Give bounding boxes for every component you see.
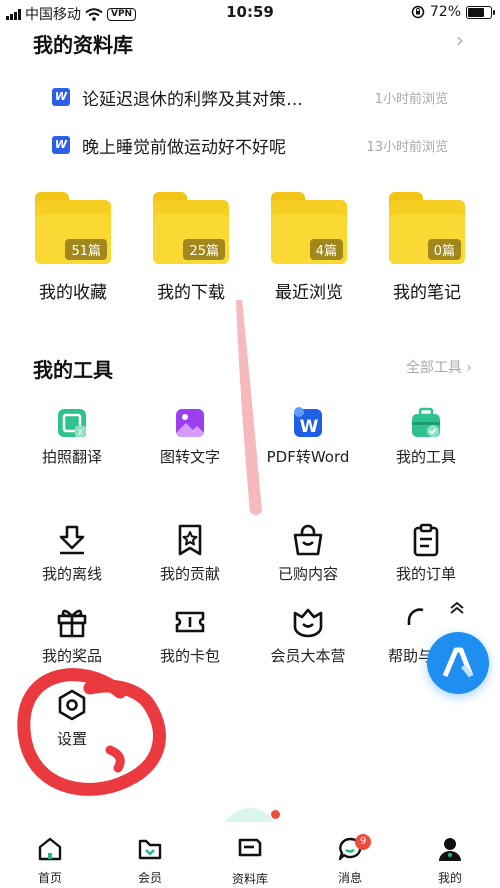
library-notification-dot bbox=[271, 810, 280, 819]
pdf-to-word-icon: W bbox=[291, 406, 325, 440]
folder-notes[interactable]: 0篇 bbox=[389, 192, 465, 264]
tool-member-camp[interactable]: 会员大本营 bbox=[253, 605, 363, 666]
recent-doc-time: 13小时前浏览 bbox=[366, 140, 448, 155]
folder-label[interactable]: 我的下载 bbox=[141, 278, 241, 303]
tool-card-wallet[interactable]: 我的卡包 bbox=[135, 605, 245, 666]
tool-offline[interactable]: 我的离线 bbox=[17, 523, 127, 584]
tab-member[interactable]: 会员 bbox=[115, 836, 185, 886]
folder-count-badge: 51篇 bbox=[65, 239, 107, 260]
tool-settings[interactable]: 设置 bbox=[17, 688, 127, 749]
assistant-float-button[interactable] bbox=[427, 632, 489, 694]
tab-label: 会员 bbox=[137, 871, 162, 885]
recent-doc-row[interactable]: W 论延迟退休的利弊及其对策… 1小时前浏览 bbox=[0, 80, 500, 116]
tab-label: 首页 bbox=[37, 871, 62, 885]
photo-translate-icon: X bbox=[55, 406, 89, 440]
image-to-text-icon bbox=[173, 406, 207, 440]
svg-text:X: X bbox=[78, 428, 84, 437]
message-count-badge: 9 bbox=[355, 834, 371, 850]
tab-label: 我的 bbox=[437, 871, 462, 885]
folder-favorites[interactable]: 51篇 bbox=[35, 192, 111, 264]
tool-label: 我的工具 bbox=[395, 448, 456, 466]
battery-percent: 72% bbox=[429, 4, 461, 20]
folder-count-badge: 0篇 bbox=[427, 239, 461, 260]
member-heart-icon bbox=[291, 605, 325, 639]
library-icon bbox=[238, 838, 262, 857]
folder-label[interactable]: 我的收藏 bbox=[23, 278, 123, 303]
battery-icon bbox=[466, 5, 495, 19]
gift-icon bbox=[55, 605, 89, 639]
tab-library[interactable]: 资料库 bbox=[215, 834, 285, 887]
toolbox-icon bbox=[409, 406, 443, 440]
member-icon bbox=[138, 839, 162, 860]
shopping-bag-icon bbox=[291, 523, 325, 557]
collapse-chevron-up-icon[interactable] bbox=[449, 600, 465, 619]
home-icon bbox=[38, 837, 62, 861]
svg-text:W: W bbox=[300, 417, 319, 437]
assistant-logo-icon bbox=[442, 647, 474, 678]
tool-label: 我的贡献 bbox=[159, 565, 220, 583]
tool-label: 图转文字 bbox=[159, 448, 220, 466]
tool-prizes[interactable]: 我的奖品 bbox=[17, 605, 127, 666]
folder-count-badge: 25篇 bbox=[183, 239, 225, 260]
library-title: 我的资料库 bbox=[33, 33, 133, 57]
tool-label: 我的卡包 bbox=[159, 647, 220, 665]
recent-doc-row[interactable]: W 晚上睡觉前做运动好不好呢 13小时前浏览 bbox=[0, 128, 500, 164]
tool-label: 已购内容 bbox=[277, 565, 338, 583]
folder-recent[interactable]: 4篇 bbox=[271, 192, 347, 264]
rotation-lock-icon bbox=[411, 5, 425, 19]
offline-download-icon bbox=[55, 523, 89, 557]
tool-label: 拍照翻译 bbox=[41, 448, 102, 466]
word-doc-icon: W bbox=[52, 88, 70, 106]
tool-photo-translate[interactable]: X 拍照翻译 bbox=[17, 406, 127, 467]
tool-purchased[interactable]: 已购内容 bbox=[253, 523, 363, 584]
all-tools-link[interactable]: 全部工具 › bbox=[406, 357, 472, 377]
folder-label[interactable]: 我的笔记 bbox=[377, 278, 477, 303]
tools-title: 我的工具 bbox=[33, 358, 113, 382]
tool-label: 会员大本营 bbox=[270, 647, 346, 665]
folder-label[interactable]: 最近浏览 bbox=[259, 278, 359, 303]
tab-profile[interactable]: 我的 bbox=[415, 836, 485, 886]
status-bar: 中国移动 VPN 10:59 72% bbox=[0, 0, 500, 26]
tool-label: 我的订单 bbox=[395, 565, 456, 583]
tool-pdf-to-word[interactable]: W PDF转Word bbox=[253, 406, 363, 467]
tab-label: 资料库 bbox=[231, 872, 268, 886]
folder-downloads[interactable]: 25篇 bbox=[153, 192, 229, 264]
tool-orders[interactable]: 我的订单 bbox=[371, 523, 481, 584]
tool-my-tools[interactable]: 我的工具 bbox=[371, 406, 481, 467]
ticket-icon bbox=[173, 605, 207, 639]
settings-hexagon-icon bbox=[55, 688, 89, 722]
tab-messages[interactable]: 消息 bbox=[315, 836, 385, 886]
recent-doc-title: 晚上睡觉前做运动好不好呢 bbox=[82, 138, 286, 158]
tool-label: 我的离线 bbox=[41, 565, 102, 583]
recent-doc-time: 1小时前浏览 bbox=[374, 92, 448, 107]
profile-icon bbox=[439, 838, 461, 861]
tab-label: 消息 bbox=[337, 871, 362, 885]
recent-doc-title: 论延迟退休的利弊及其对策… bbox=[82, 90, 303, 110]
tool-contribution[interactable]: 我的贡献 bbox=[135, 523, 245, 584]
word-doc-icon: W bbox=[52, 136, 70, 154]
tool-image-to-text[interactable]: 图转文字 bbox=[135, 406, 245, 467]
tool-label: 我的奖品 bbox=[41, 647, 102, 665]
folder-count-badge: 4篇 bbox=[309, 239, 343, 260]
order-clipboard-icon bbox=[409, 523, 443, 557]
contribution-star-icon bbox=[173, 523, 207, 557]
tool-label: 设置 bbox=[56, 730, 87, 748]
tab-home[interactable]: 首页 bbox=[15, 836, 85, 886]
library-chevron-right-icon[interactable]: › bbox=[456, 28, 464, 52]
bottom-tab-bar: 首页 会员 资料库 消息 我的 bbox=[0, 822, 500, 888]
tool-label: PDF转Word bbox=[266, 448, 350, 466]
